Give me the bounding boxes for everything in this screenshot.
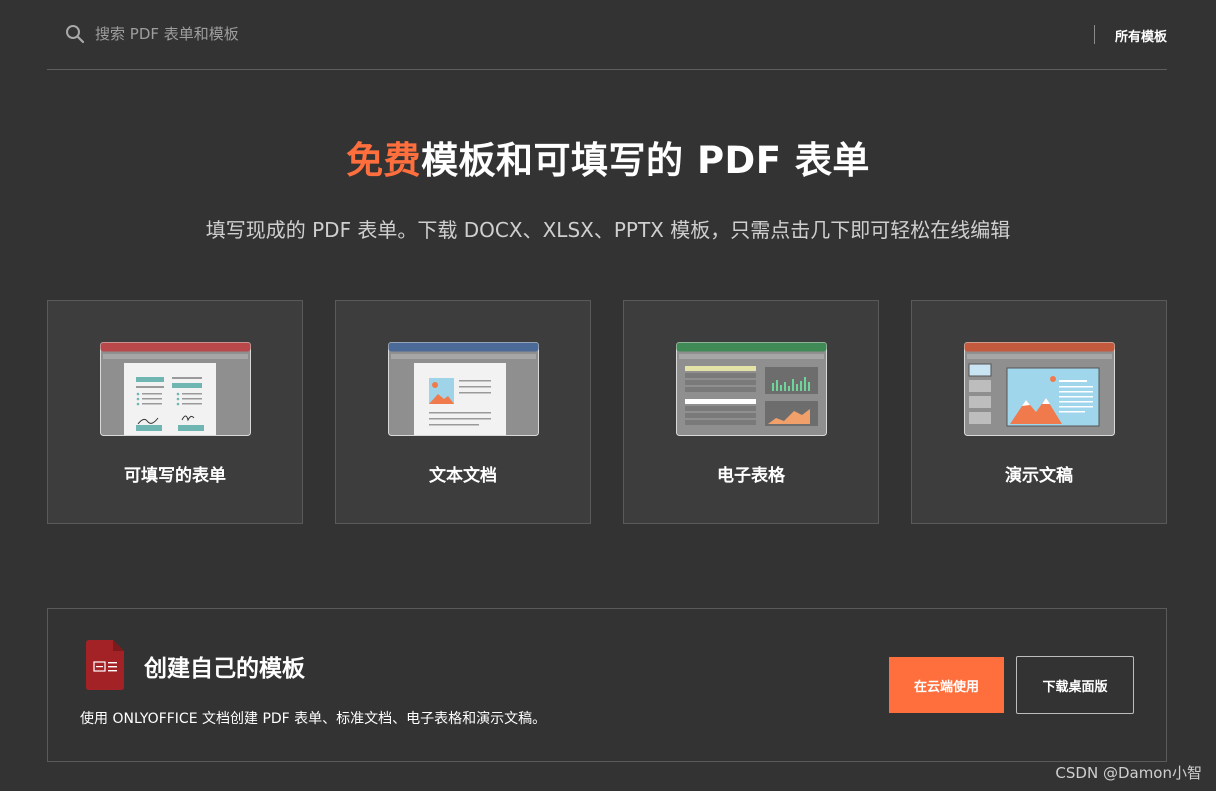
category-card-spreadsheets[interactable]: 电子表格 <box>623 300 879 524</box>
create-template-description: 使用 ONLYOFFICE 文档创建 PDF 表单、标准文档、电子表格和演示文稿… <box>80 711 547 727</box>
search-input[interactable] <box>95 22 495 46</box>
fillable-form-icon <box>100 342 251 436</box>
category-card-text-documents[interactable]: 文本文档 <box>335 300 591 524</box>
page-title-rest: 模板和可填写的 PDF 表单 <box>421 139 870 182</box>
page-subtitle: 填写现成的 PDF 表单。下载 DOCX、XLSX、PPTX 模板，只需点击几下… <box>205 218 1011 242</box>
category-label: 文本文档 <box>429 466 497 486</box>
use-in-cloud-button[interactable]: 在云端使用 <box>889 657 1004 713</box>
spreadsheet-icon <box>676 342 827 436</box>
category-card-fillable-forms[interactable]: 可填写的表单 <box>47 300 303 524</box>
text-document-icon <box>388 342 539 436</box>
search-icon[interactable] <box>65 24 85 44</box>
create-template-section: 创建自己的模板 使用 ONLYOFFICE 文档创建 PDF 表单、标准文档、电… <box>47 608 1167 762</box>
download-desktop-button[interactable]: 下载桌面版 <box>1016 656 1134 714</box>
presentation-icon <box>964 342 1115 436</box>
category-label: 演示文稿 <box>1005 466 1073 486</box>
page-title: 免费模板和可填写的 PDF 表单 <box>0 130 1216 184</box>
category-card-presentations[interactable]: 演示文稿 <box>911 300 1167 524</box>
page-title-accent: 免费 <box>346 139 422 182</box>
top-bar: 所有模板 <box>47 0 1167 70</box>
create-template-title: 创建自己的模板 <box>144 656 305 682</box>
pdf-form-document-icon <box>86 640 124 690</box>
watermark: CSDN @Damon小智 <box>1055 764 1202 782</box>
category-label: 可填写的表单 <box>124 466 226 486</box>
header-divider <box>1094 25 1095 44</box>
all-templates-link[interactable]: 所有模板 <box>1115 26 1167 45</box>
category-label: 电子表格 <box>717 466 785 486</box>
